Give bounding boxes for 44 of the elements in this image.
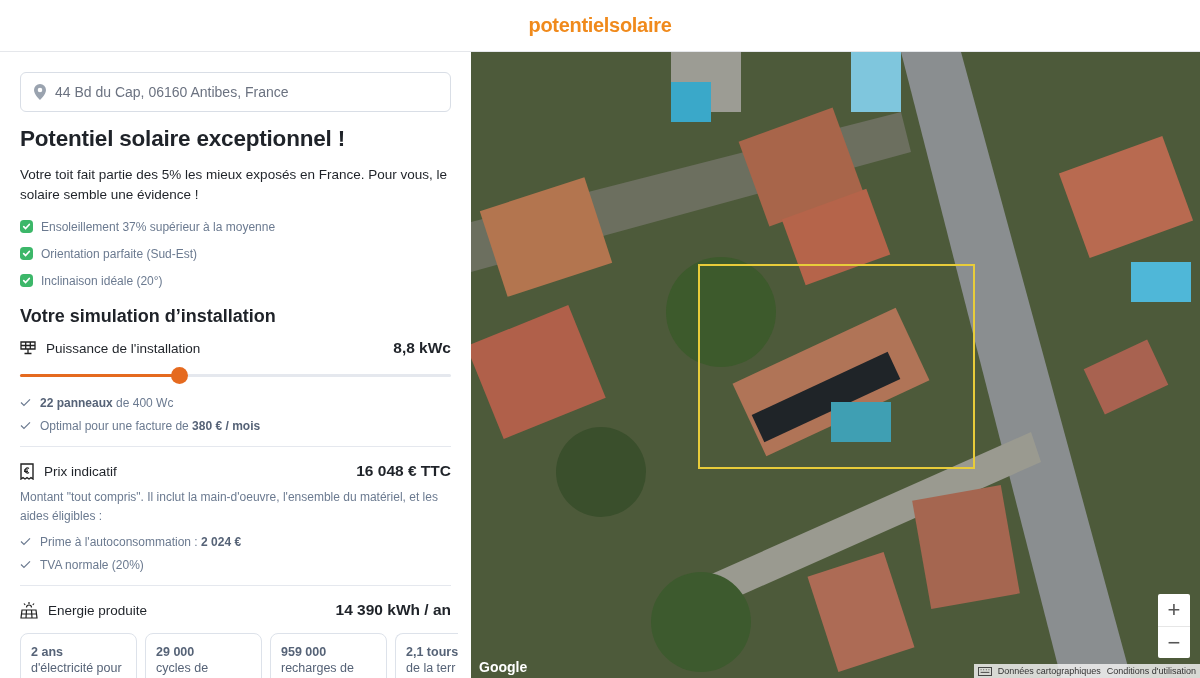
receipt-euro-icon [20,462,34,480]
location-pin-icon [34,84,46,100]
check-icon [20,398,31,407]
section-title: Votre simulation d’installation [20,306,277,327]
stat-value: 959 000 [281,645,328,660]
stat-value: 2,1 tours [406,645,459,660]
energy-label: Energie produite [48,602,149,618]
price-value: 16 048 € TTC [356,462,451,480]
stat-text: d'électricité pour [31,660,123,676]
satellite-map[interactable]: + − Google Données cartographiques Conditions d'utilisation [471,52,1200,678]
power-value: 8,8 kWc [393,339,451,357]
highlight-text: Inclinaison idéale (20°) [41,273,163,288]
address-field[interactable]: 44 Bd du Cap, 06160 Antibes, France [20,72,451,112]
headline: Potentiel solaire exceptionnel ! [20,126,346,152]
address-input[interactable]: 44 Bd du Cap, 06160 Antibes, France [55,84,437,100]
price-label: Prix indicatif [44,463,118,479]
note-text: Optimal pour une facture de 380 € / mois [40,418,261,433]
solar-panel-icon [20,341,36,355]
highlight-text: Orientation parfaite (Sud-Est) [41,246,198,261]
attribution-link[interactable]: Conditions d'utilisation [1106,666,1196,676]
stat-text: de la terr [406,660,457,676]
zoom-in-button[interactable]: + [1158,594,1190,626]
check-icon [20,560,31,569]
highlight-text: Ensoleillement 37% supérieur à la moyenne [41,219,276,234]
attribution-link[interactable]: Données cartographiques [997,666,1101,676]
note-text: Prime à l'autoconsommation : 2 024 € [40,534,242,549]
stat-text: cycles de [156,660,210,676]
power-slider[interactable] [20,367,451,383]
price-description: Montant "tout compris". Il inclut la main-d'oeuvre, l'ensemble du matériel, et les aides éligibles : [20,489,439,525]
check-icon [20,537,31,546]
energy-value: 14 390 kWh / an [335,601,451,619]
note-text: TVA normale (20%) [40,557,144,572]
slider-thumb[interactable] [171,366,189,384]
stat-text: recharges de [281,660,355,676]
note-text: 22 panneaux de 400 Wc [40,395,174,410]
stat-value: 29 000 [156,645,196,660]
sun-panel-icon [20,601,38,619]
check-icon [20,421,31,430]
stat-value: 2 ans [31,645,64,660]
zoom-out-button[interactable]: − [1158,626,1190,658]
power-label: Puissance de l'installation [46,340,202,356]
keyboard-icon[interactable] [977,666,992,676]
map-brand-label: Google [479,659,528,675]
intro-text: Votre toit fait partie des 5% les mieux exposés en France. Pour vous, le solaire semble une évidence ! [20,166,448,204]
